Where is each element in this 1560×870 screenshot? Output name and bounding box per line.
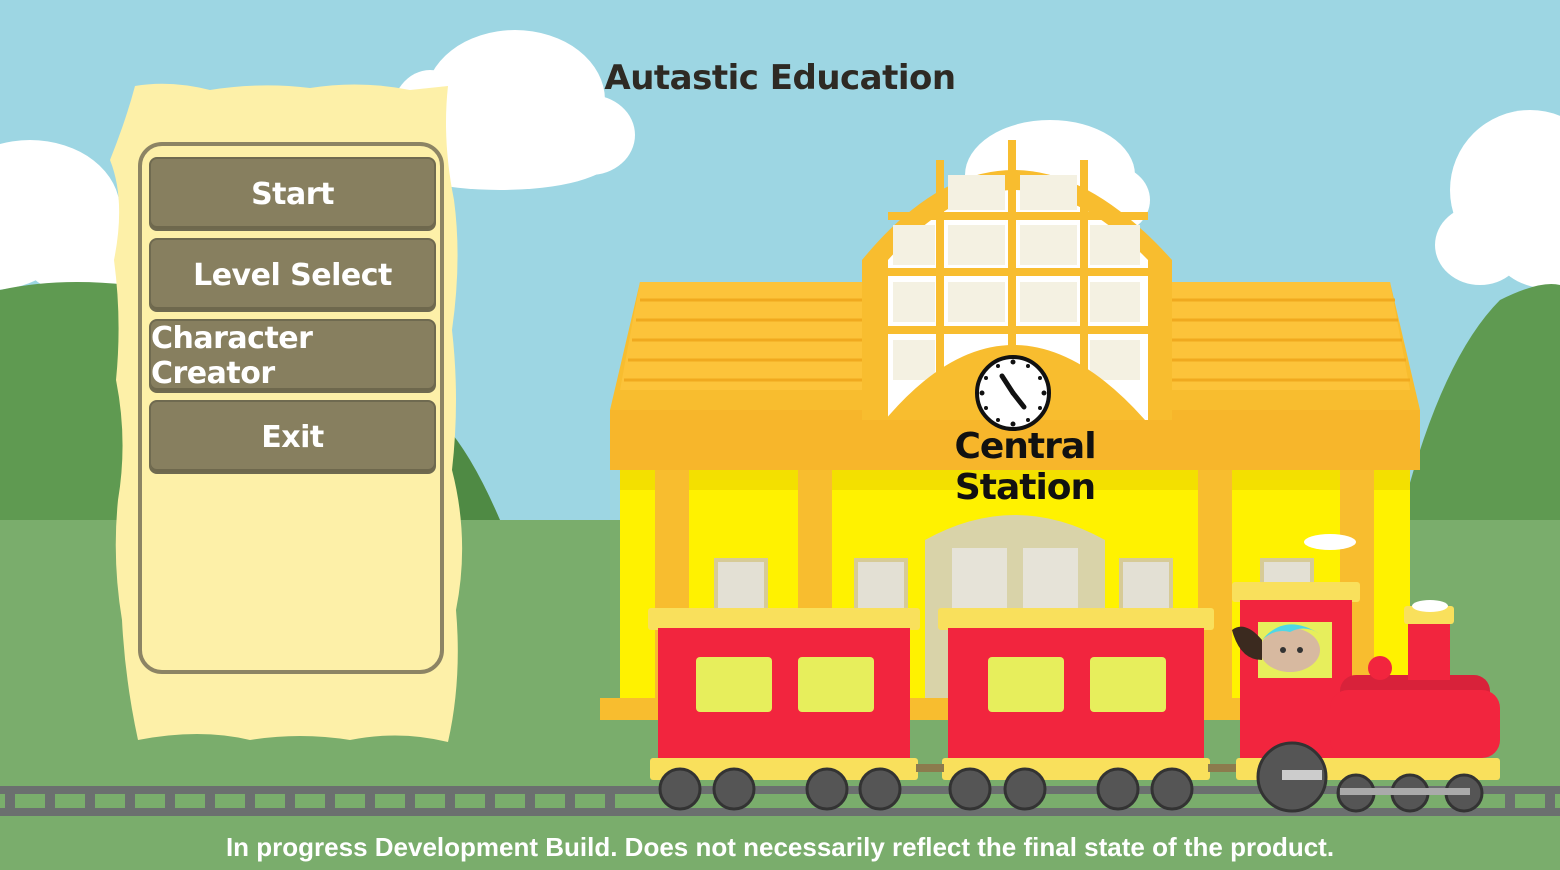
development-build-notice: In progress Development Build. Does not …: [225, 832, 1335, 862]
station-sign: Central Station: [954, 426, 1096, 508]
character-creator-button[interactable]: Character Creator: [149, 319, 436, 393]
exit-button[interactable]: Exit: [149, 400, 436, 474]
start-button[interactable]: Start: [149, 157, 436, 231]
game-title: Autastic Education: [604, 58, 956, 98]
level-select-button[interactable]: Level Select: [149, 238, 436, 312]
